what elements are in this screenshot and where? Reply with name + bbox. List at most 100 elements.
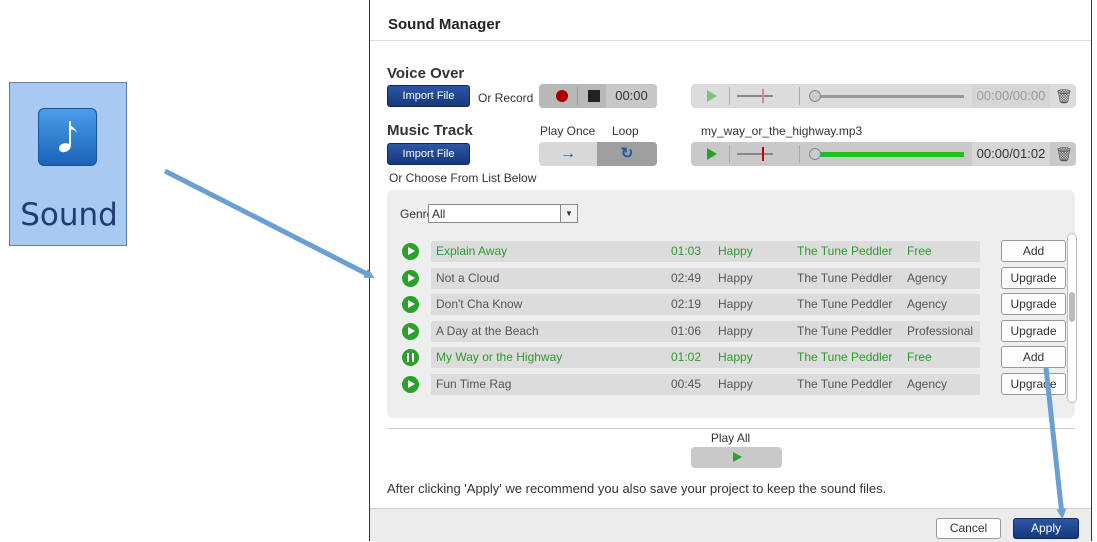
- play-all-button[interactable]: [691, 447, 782, 468]
- track-row[interactable]: Don't Cha Know 02:19 Happy The Tune Peddler…: [397, 293, 1066, 315]
- music-progress-fill: [818, 152, 964, 157]
- sound-ribbon-button[interactable]: Sound: [9, 82, 127, 246]
- scrollbar[interactable]: [1067, 233, 1077, 403]
- divider: [387, 428, 1075, 429]
- voice-over-title: Voice Over: [387, 65, 465, 82]
- music-progress-track[interactable]: [818, 152, 964, 157]
- track-action-button[interactable]: Upgrade: [1001, 293, 1066, 315]
- cancel-button[interactable]: Cancel: [936, 518, 1001, 539]
- divider: [799, 145, 800, 163]
- track-action-button[interactable]: Upgrade: [1001, 372, 1066, 395]
- play-icon[interactable]: [402, 375, 419, 393]
- play-icon[interactable]: [402, 269, 419, 287]
- track-artist: The Tune Peddler: [797, 323, 893, 338]
- trash-icon[interactable]: 🗑: [1055, 146, 1073, 162]
- or-record-label: Or Record: [478, 91, 534, 105]
- record-icon[interactable]: [556, 90, 568, 102]
- divider: [729, 87, 730, 105]
- track-duration: 01:03: [671, 244, 702, 258]
- volume-slider[interactable]: [737, 153, 773, 155]
- genre-value: All: [432, 207, 446, 221]
- track-action-button[interactable]: Upgrade: [1001, 319, 1066, 342]
- track-mood: Happy: [718, 244, 753, 258]
- track-bar: [431, 241, 980, 262]
- volume-knob[interactable]: [762, 89, 764, 103]
- music-time: 00:00/01:02: [972, 142, 1050, 166]
- track-title: A Day at the Beach: [436, 323, 539, 338]
- music-player: 00:00/01:02 🗑: [691, 142, 1076, 166]
- play-once-label: Play Once: [540, 124, 596, 138]
- track-duration: 02:49: [671, 270, 702, 285]
- track-title: Fun Time Rag: [436, 376, 512, 391]
- track-title: Don't Cha Know: [436, 297, 523, 311]
- loop-toggle: → ↻: [539, 142, 657, 166]
- track-artist: The Tune Peddler: [797, 270, 893, 285]
- stop-icon[interactable]: [588, 90, 600, 102]
- play-icon: [733, 452, 742, 462]
- play-icon[interactable]: [402, 243, 419, 260]
- track-action-button[interactable]: Add: [1001, 346, 1066, 368]
- track-duration: 01:06: [671, 323, 702, 338]
- volume-slider[interactable]: [737, 95, 773, 97]
- track-license: Agency: [907, 270, 948, 285]
- track-duration: 02:19: [671, 297, 702, 311]
- trash-icon[interactable]: 🗑: [1055, 88, 1073, 104]
- music-progress-knob[interactable]: [809, 148, 821, 160]
- track-duration: 01:02: [671, 350, 702, 364]
- track-title: Explain Away: [436, 244, 508, 258]
- loop-icon[interactable]: ↻: [597, 142, 657, 166]
- music-import-button[interactable]: Import File: [387, 143, 470, 165]
- genre-select[interactable]: All ▼: [428, 204, 578, 223]
- record-time: 00:00: [606, 84, 657, 108]
- voice-time: 00:00/00:00: [972, 84, 1050, 108]
- track-action-button[interactable]: Add: [1001, 240, 1066, 262]
- track-license: Professional: [907, 323, 974, 338]
- choose-from-list-label: Or Choose From List Below: [389, 171, 537, 185]
- track-license: Agency: [907, 376, 948, 391]
- sound-label: Sound: [20, 197, 118, 233]
- track-action-button[interactable]: Upgrade: [1001, 266, 1066, 289]
- track-artist: The Tune Peddler: [797, 297, 893, 311]
- divider: [370, 40, 1091, 41]
- track-bar: [431, 373, 980, 395]
- track-license: Free: [907, 244, 932, 258]
- track-row[interactable]: A Day at the Beach 01:06 Happy The Tune Ped…: [397, 319, 1066, 342]
- track-license: Agency: [907, 297, 948, 311]
- track-mood: Happy: [718, 270, 753, 285]
- play-icon[interactable]: [402, 322, 419, 340]
- divider: [729, 145, 730, 163]
- voice-progress-knob[interactable]: [809, 90, 821, 102]
- music-track-title: Music Track: [387, 122, 473, 139]
- track-row[interactable]: Fun Time Rag 00:45 Happy The Tune Peddler Ag…: [397, 372, 1066, 395]
- pause-icon[interactable]: [402, 349, 419, 366]
- play-icon[interactable]: [707, 90, 717, 102]
- track-artist: The Tune Peddler: [797, 376, 893, 391]
- apply-note: After clicking 'Apply' we recommend you …: [387, 481, 887, 496]
- track-list-panel: Genre All ▼ Explain Away 01:03 Happy The Tu…: [387, 190, 1077, 418]
- sound-manager-dialog: Sound Manager Voice Over Import File Or …: [369, 0, 1092, 542]
- scroll-thumb[interactable]: [1069, 292, 1075, 322]
- voice-import-button[interactable]: Import File: [387, 85, 470, 107]
- volume-knob[interactable]: [762, 147, 764, 161]
- voice-progress-track[interactable]: [818, 95, 964, 98]
- track-duration: 00:45: [671, 376, 702, 391]
- play-all-label: Play All: [710, 431, 751, 445]
- apply-button[interactable]: Apply: [1013, 518, 1079, 539]
- track-mood: Happy: [718, 323, 753, 338]
- play-icon[interactable]: [707, 148, 717, 160]
- track-row[interactable]: Not a Cloud 02:49 Happy The Tune Peddler Age…: [397, 266, 1066, 289]
- track-row[interactable]: Explain Away 01:03 Happy The Tune Peddler Fr…: [397, 240, 1066, 262]
- track-mood: Happy: [718, 350, 753, 364]
- divider: [799, 87, 800, 105]
- track-row[interactable]: My Way or the Highway 01:02 Happy The Tune …: [397, 346, 1066, 368]
- chevron-down-icon[interactable]: ▼: [560, 205, 577, 222]
- play-icon[interactable]: [402, 296, 419, 313]
- track-artist: The Tune Peddler: [797, 244, 893, 258]
- play-once-arrow-icon[interactable]: →: [539, 142, 597, 166]
- arrow-to-dialog: [163, 168, 375, 279]
- track-title: My Way or the Highway: [436, 350, 563, 364]
- record-controls: 00:00: [539, 84, 657, 108]
- track-mood: Happy: [718, 376, 753, 391]
- loop-label: Loop: [612, 124, 639, 138]
- voice-player: 00:00/00:00 🗑: [691, 84, 1076, 108]
